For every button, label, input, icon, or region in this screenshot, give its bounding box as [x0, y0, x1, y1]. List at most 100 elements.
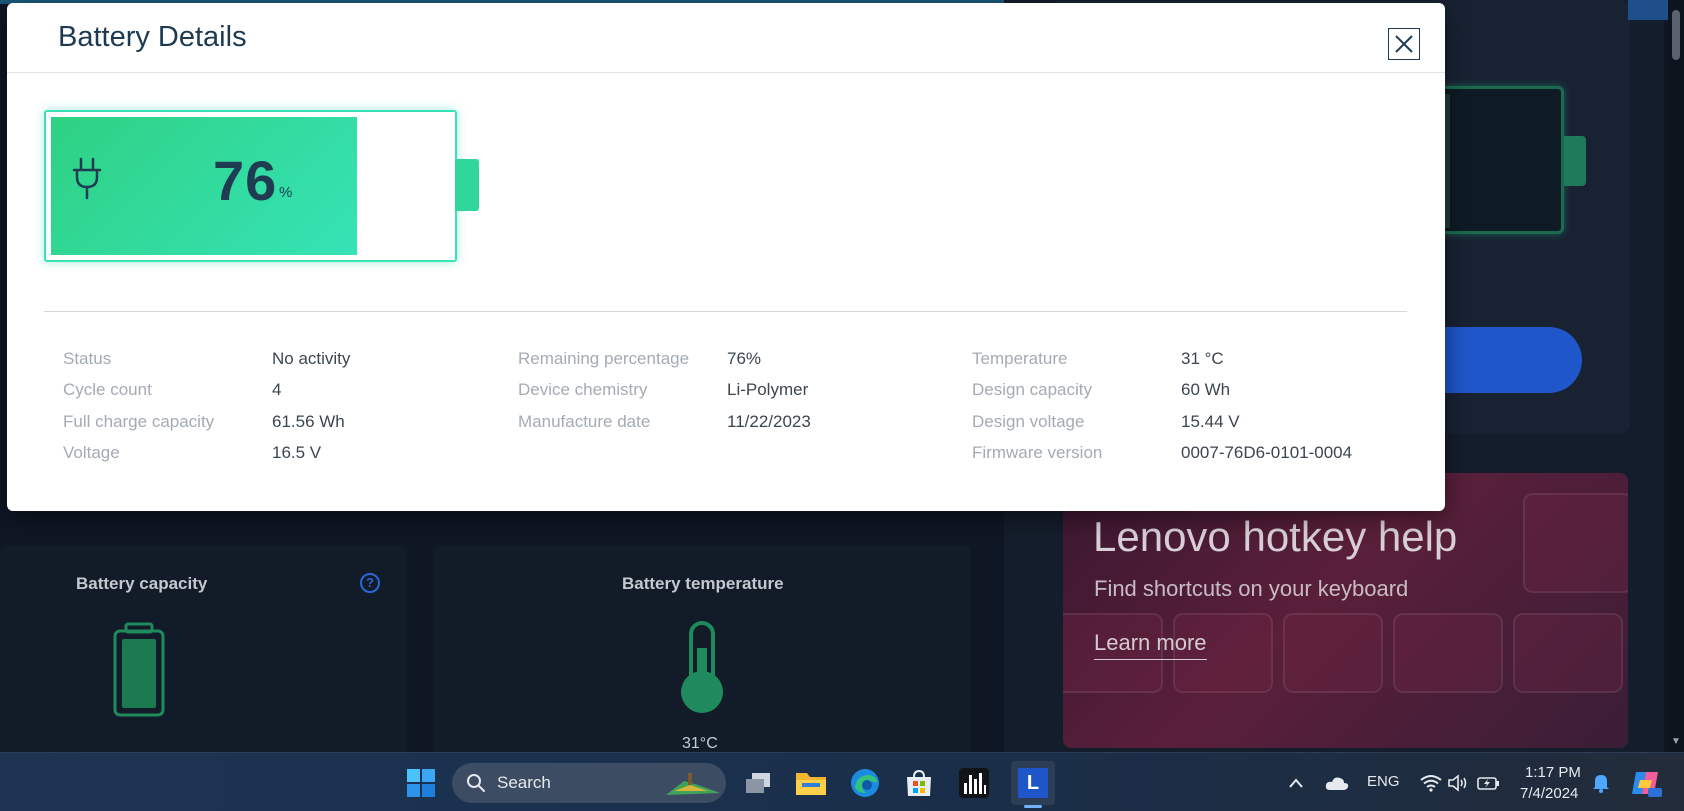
edge-icon: [851, 769, 879, 797]
onedrive-button[interactable]: [1322, 761, 1352, 805]
keyboard-key-decoration: [1393, 613, 1503, 693]
detail-value: 11/22/2023: [727, 411, 811, 431]
performance-app-button[interactable]: [953, 761, 995, 805]
lenovo-vantage-taskbar-button[interactable]: L: [1011, 761, 1055, 805]
language-indicator[interactable]: ENG: [1367, 773, 1400, 790]
detail-row-remaining-percentage: Remaining percentage 76%: [518, 343, 811, 375]
detail-row-temperature: Temperature 31 °C: [972, 343, 1352, 375]
show-hidden-icons-button[interactable]: [1284, 761, 1308, 805]
microsoft-store-button[interactable]: [898, 761, 940, 805]
edge-browser-button[interactable]: [844, 761, 886, 805]
detail-value: 61.56 Wh: [272, 411, 345, 431]
detail-value: 4: [272, 380, 282, 400]
detail-label: Temperature: [972, 348, 1068, 368]
copilot-icon: [1632, 772, 1662, 797]
battery-tip: [455, 159, 479, 211]
details-column-2: Remaining percentage 76% Device chemistr…: [518, 343, 811, 438]
file-explorer-button[interactable]: [790, 761, 832, 805]
battery-temperature-title: Battery temperature: [622, 574, 784, 593]
hotkey-help-card: Lenovo hotkey help Find shortcuts on you…: [1063, 473, 1628, 748]
details-column-3: Temperature 31 °C Design capacity 60 Wh …: [972, 343, 1352, 469]
detail-row-manufacture-date: Manufacture date 11/22/2023: [518, 406, 811, 438]
detail-label: Cycle count: [63, 380, 152, 400]
detail-label: Voltage: [63, 443, 120, 463]
detail-row-voltage: Voltage 16.5 V: [63, 438, 350, 470]
wifi-icon: [1420, 775, 1442, 792]
battery-details-dialog: Battery Details 76 % Status No activity …: [7, 3, 1445, 511]
thermometer-icon: [681, 621, 723, 713]
speaker-icon: [1448, 774, 1467, 792]
search-highlight-icon: [666, 773, 720, 795]
start-button[interactable]: [400, 761, 442, 805]
notifications-button[interactable]: [1588, 761, 1614, 805]
battery-temperature-value: 31°C: [682, 735, 718, 752]
detail-row-device-chemistry: Device chemistry Li-Polymer: [518, 375, 811, 407]
volume-button[interactable]: [1446, 761, 1470, 805]
lenovo-app-icon: L: [1018, 768, 1048, 798]
hotkey-help-title: Lenovo hotkey help: [1093, 513, 1458, 560]
page-scrollbar[interactable]: [1668, 0, 1684, 752]
search-label: Search: [497, 773, 551, 792]
battery-charging-icon: [1477, 777, 1499, 790]
copilot-button[interactable]: [1626, 761, 1666, 805]
taskbar-search-box[interactable]: Search: [452, 763, 726, 803]
detail-row-design-voltage: Design voltage 15.44 V: [972, 406, 1352, 438]
detail-label: Manufacture date: [518, 411, 651, 431]
clock-time[interactable]: 1:17 PM: [1525, 764, 1581, 781]
learn-more-link[interactable]: Learn more: [1094, 630, 1207, 660]
keyboard-key-decoration: [1283, 613, 1383, 693]
task-view-icon: [746, 773, 770, 793]
battery-capacity-icon: [113, 622, 165, 717]
detail-row-design-capacity: Design capacity 60 Wh: [972, 375, 1352, 407]
detail-value: Li-Polymer: [727, 380, 809, 400]
keyboard-key-decoration: [1513, 613, 1623, 693]
details-column-1: Status No activity Cycle count 4 Full ch…: [63, 343, 350, 469]
clock-date[interactable]: 7/4/2024: [1520, 785, 1578, 802]
scroll-down-arrow-icon[interactable]: ▼: [1671, 736, 1681, 747]
store-icon: [907, 769, 931, 796]
close-icon: [1395, 35, 1413, 53]
detail-label: Firmware version: [972, 443, 1103, 463]
battery-level-graphic: 76 %: [44, 110, 457, 262]
detail-label: Remaining percentage: [518, 348, 690, 368]
detail-row-status: Status No activity: [63, 343, 350, 375]
lenovo-app-letter: L: [1026, 772, 1040, 794]
cloud-icon: [1325, 777, 1349, 790]
detail-value: 76%: [727, 348, 762, 368]
help-icon[interactable]: ?: [360, 573, 380, 593]
bell-icon: [1593, 775, 1609, 793]
detail-value: 60 Wh: [1181, 380, 1231, 400]
active-app-indicator: [1024, 805, 1042, 808]
dialog-title: Battery Details: [58, 21, 247, 53]
detail-label: Design voltage: [972, 411, 1085, 431]
windows-taskbar: Search L ENG 1:17 PM 7/4/2024: [0, 752, 1684, 811]
close-button[interactable]: [1388, 28, 1420, 60]
folder-icon: [796, 773, 826, 795]
detail-label: Device chemistry: [518, 380, 648, 400]
bar-graph-icon: [959, 768, 989, 798]
detail-row-full-charge-capacity: Full charge capacity 61.56 Wh: [63, 406, 350, 438]
detail-value: 16.5 V: [272, 443, 322, 463]
detail-value: No activity: [272, 348, 351, 368]
chevron-up-icon: [1289, 778, 1303, 788]
detail-label: Status: [63, 348, 112, 368]
detail-row-firmware-version: Firmware version 0007-76D6-0101-0004: [972, 438, 1352, 470]
header-divider: [7, 72, 1445, 73]
wifi-button[interactable]: [1418, 761, 1444, 805]
battery-tray-button[interactable]: [1476, 761, 1502, 805]
detail-label: Full charge capacity: [63, 411, 215, 431]
plug-icon: [72, 157, 102, 200]
keyboard-key-decoration: [1523, 493, 1628, 593]
scrollbar-thumb[interactable]: [1672, 10, 1680, 60]
detail-value: 31 °C: [1181, 348, 1224, 368]
task-view-button[interactable]: [738, 761, 778, 805]
battery-capacity-title: Battery capacity: [76, 574, 208, 593]
detail-label: Design capacity: [972, 380, 1093, 400]
detail-value: 0007-76D6-0101-0004: [1181, 443, 1353, 463]
search-icon: [467, 774, 485, 792]
hotkey-help-subtitle: Find shortcuts on your keyboard: [1094, 576, 1409, 601]
windows-logo-icon: [407, 769, 435, 797]
battery-percent-value: 76: [213, 149, 278, 212]
background-battery-tip: [1564, 136, 1586, 186]
detail-row-cycle-count: Cycle count 4: [63, 375, 350, 407]
